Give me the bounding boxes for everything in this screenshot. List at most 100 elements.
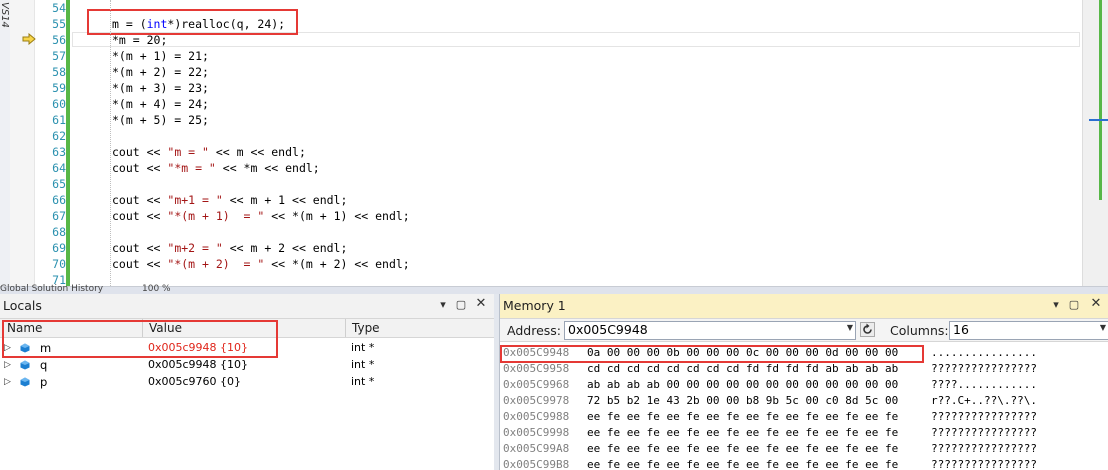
scrollbar-change-marker: [1099, 0, 1102, 200]
columns-value: 16: [953, 322, 969, 337]
line-numbers: 54555657585960616263646566676869707172: [36, 0, 66, 286]
code-line[interactable]: *(m + 2) = 22;: [112, 64, 209, 80]
code-line[interactable]: cout << "*(m + 2) = " << *(m + 2) << end…: [112, 256, 410, 272]
memory-address: 0x005C9978: [503, 394, 570, 407]
chevron-down-icon[interactable]: ▼: [847, 323, 853, 332]
locals-row[interactable]: ▷ q 0x005c9948 {10} int *: [0, 357, 494, 374]
memory-bytes[interactable]: ee fe ee fe ee fe ee fe ee fe ee fe ee f…: [587, 426, 898, 439]
memory-text[interactable]: ................: [931, 346, 1037, 359]
code-line[interactable]: cout << "m+1 = " << m + 1 << endl;: [112, 192, 347, 208]
maximize-icon[interactable]: ▢: [454, 298, 468, 311]
type-column-header[interactable]: Type: [352, 321, 380, 335]
line-number: 63: [52, 145, 66, 159]
memory-address: 0x005C99A8: [503, 442, 570, 455]
address-label: Address:: [507, 323, 561, 338]
address-input[interactable]: 0x005C9948 ▼: [564, 321, 856, 340]
close-icon[interactable]: ✕: [1089, 296, 1103, 311]
memory-address: 0x005C9958: [503, 362, 570, 375]
line-number: 60: [52, 97, 66, 111]
memory-bytes[interactable]: ee fe ee fe ee fe ee fe ee fe ee fe ee f…: [587, 410, 898, 423]
code-editor[interactable]: VS14 54 55 56 57 58 59 60 61 62 63 64 65 66 67 68 69 70 7…: [0, 0, 1108, 286]
line-number: 55: [52, 17, 66, 31]
columns-select[interactable]: 16 ▼: [949, 321, 1108, 340]
memory-text[interactable]: r??.C+..??\.??\.: [931, 394, 1037, 407]
close-icon[interactable]: ✕: [474, 296, 488, 311]
maximize-icon[interactable]: ▢: [1067, 298, 1081, 311]
code-line[interactable]: *(m + 3) = 23;: [112, 80, 209, 96]
side-tab-label[interactable]: VS14: [0, 2, 10, 28]
variable-name: q: [40, 358, 48, 372]
line-number: 58: [52, 65, 66, 79]
variable-type: int *: [351, 358, 375, 371]
change-tracking-bar: [66, 0, 70, 286]
locals-title: Locals: [3, 298, 42, 313]
address-value: 0x005C9948: [568, 322, 648, 337]
code-line[interactable]: *(m + 1) = 21;: [112, 48, 209, 64]
memory-row[interactable]: 0x005C9978 72 b5 b2 1e 43 2b 00 00 b8 9b …: [503, 394, 1103, 410]
side-tab-strip[interactable]: VS14: [0, 0, 10, 286]
memory-text[interactable]: ????????????????: [931, 362, 1037, 375]
variable-type: int *: [351, 375, 375, 388]
reevaluate-icon[interactable]: [860, 322, 875, 337]
code-line[interactable]: cout << "m+2 = " << m + 2 << endl;: [112, 240, 347, 256]
memory-toolbar: Address: 0x005C9948 ▼ Columns: 16 ▼: [500, 319, 1108, 342]
line-number: 66: [52, 193, 66, 207]
memory-bytes[interactable]: cd cd cd cd cd cd cd cd fd fd fd fd ab a…: [587, 362, 898, 375]
code-line[interactable]: cout << "*(m + 1) = " << *(m + 1) << end…: [112, 208, 410, 224]
solution-history-tab[interactable]: Global Solution History: [0, 284, 103, 294]
locals-window: Locals ▾ ▢ ✕ Name Value Type ▷ m 0x005c994…: [0, 294, 495, 470]
glyph-margin[interactable]: [10, 0, 36, 286]
memory-text[interactable]: ????????????????: [931, 410, 1037, 423]
line-number: 56: [52, 33, 66, 47]
dropdown-icon[interactable]: ▾: [436, 298, 450, 311]
expand-triangle-icon[interactable]: ▷: [4, 360, 11, 370]
code-line[interactable]: *(m + 5) = 25;: [112, 112, 209, 128]
variable-value[interactable]: 0x005c9760 {0}: [148, 375, 241, 388]
locals-highlight-box: [2, 320, 278, 358]
chevron-down-icon[interactable]: ▼: [1100, 323, 1106, 332]
memory-bytes[interactable]: ab ab ab ab 00 00 00 00 00 00 00 00 00 0…: [587, 378, 898, 391]
line-number: 62: [52, 129, 66, 143]
memory-text[interactable]: ????????????????: [931, 442, 1037, 455]
memory-bytes[interactable]: ee fe ee fe ee fe ee fe ee fe ee fe ee f…: [587, 458, 898, 470]
memory-title: Memory 1: [503, 298, 566, 313]
indent-guide: [110, 0, 111, 286]
line-number: 54: [52, 1, 66, 15]
memory-row[interactable]: 0x005C9998 ee fe ee fe ee fe ee fe ee fe …: [503, 426, 1103, 442]
variable-icon: [20, 360, 30, 370]
line-number: 61: [52, 113, 66, 127]
code-line[interactable]: cout << "*m = " << *m << endl;: [112, 160, 320, 176]
expand-triangle-icon[interactable]: ▷: [4, 377, 11, 387]
memory-row[interactable]: 0x005C9988 ee fe ee fe ee fe ee fe ee fe …: [503, 410, 1103, 426]
variable-value[interactable]: 0x005c9948 {10}: [148, 358, 248, 371]
code-area[interactable]: m = (int*)realloc(q, 24); *m = 20; *(m + 1…: [72, 0, 1082, 286]
dropdown-icon[interactable]: ▾: [1049, 298, 1063, 311]
line-number: 70: [52, 257, 66, 271]
memory-address: 0x005C99B8: [503, 458, 570, 470]
memory-text[interactable]: ????............: [931, 378, 1037, 391]
memory-row[interactable]: 0x005C99A8 ee fe ee fe ee fe ee fe ee fe …: [503, 442, 1103, 458]
memory-row[interactable]: 0x005C99B8 ee fe ee fe ee fe ee fe ee fe …: [503, 458, 1103, 470]
line-number: 68: [52, 225, 66, 239]
memory-address: 0x005C9968: [503, 378, 570, 391]
memory-text[interactable]: ????????????????: [931, 426, 1037, 439]
column-divider[interactable]: [345, 319, 346, 337]
current-statement-arrow-icon: [22, 33, 36, 45]
memory-row[interactable]: 0x005C9968 ab ab ab ab 00 00 00 00 00 00 …: [503, 378, 1103, 394]
variable-name: p: [40, 375, 48, 389]
memory-bytes[interactable]: ee fe ee fe ee fe ee fe ee fe ee fe ee f…: [587, 442, 898, 455]
code-line[interactable]: *(m + 4) = 24;: [112, 96, 209, 112]
variable-icon: [20, 377, 30, 387]
memory-bytes[interactable]: 72 b5 b2 1e 43 2b 00 00 b8 9b 5c 00 c0 8…: [587, 394, 898, 407]
code-line[interactable]: cout << "m = " << m << endl;: [112, 144, 306, 160]
editor-vertical-scrollbar[interactable]: [1082, 0, 1108, 286]
line-number: 57: [52, 49, 66, 63]
zoom-level[interactable]: 100 %: [142, 284, 171, 294]
realloc-line-highlight-box: [87, 9, 298, 35]
line-number: 67: [52, 209, 66, 223]
line-number: 69: [52, 241, 66, 255]
memory-row[interactable]: 0x005C9958 cd cd cd cd cd cd cd cd fd fd …: [503, 362, 1103, 378]
line-number: 65: [52, 177, 66, 191]
locals-row[interactable]: ▷ p 0x005c9760 {0} int *: [0, 374, 494, 391]
memory-text[interactable]: ????????????????: [931, 458, 1037, 470]
